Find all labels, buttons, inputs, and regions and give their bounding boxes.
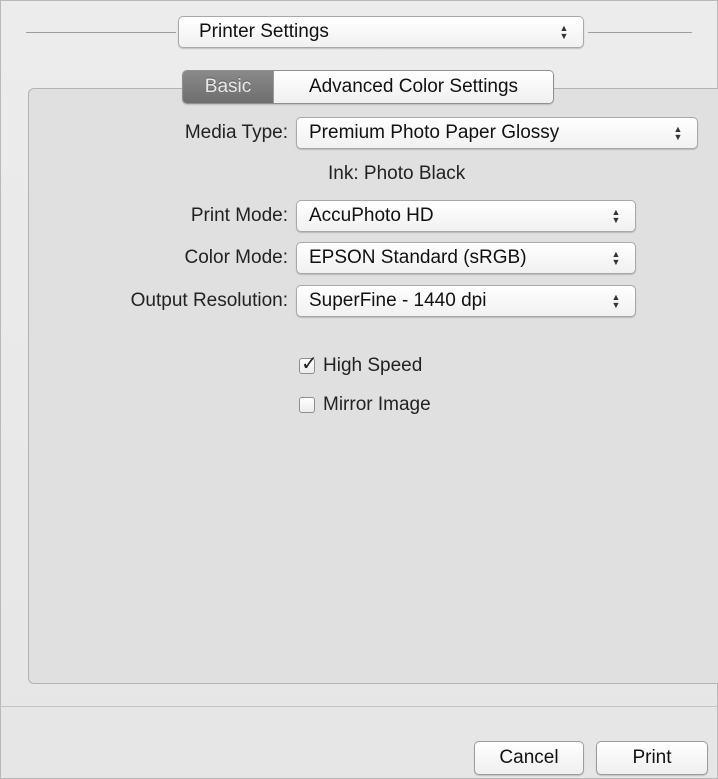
updown-arrows-icon: ▲ ▼ [559,23,569,41]
color-mode-label: Color Mode: [184,247,289,268]
section-popup[interactable]: Printer Settings ▲ ▼ [178,16,584,48]
updown-arrows-icon: ▲ ▼ [611,207,621,225]
media-type-value: Premium Photo Paper Glossy [309,122,560,143]
print-mode-value: AccuPhoto HD [309,205,434,226]
print-button[interactable]: Print [596,741,708,775]
media-type-label: Media Type: [184,122,288,143]
updown-arrows-icon: ▲ ▼ [611,249,621,267]
print-mode-label: Print Mode: [190,205,288,226]
checkmark-icon: ✓ [301,351,318,375]
media-type-select[interactable]: Premium Photo Paper Glossy ▲ ▼ [296,117,698,149]
ink-info: Ink: Photo Black [328,163,466,184]
high-speed-row[interactable]: ✓ High Speed [299,351,423,377]
print-mode-select[interactable]: AccuPhoto HD ▲ ▼ [296,200,636,232]
updown-arrows-icon: ▲ ▼ [611,292,621,310]
mirror-image-row[interactable]: Mirror Image [299,394,431,416]
output-resolution-value: SuperFine - 1440 dpi [309,290,487,311]
color-mode-select[interactable]: EPSON Standard (sRGB) ▲ ▼ [296,242,636,274]
updown-arrows-icon: ▲ ▼ [673,124,683,142]
high-speed-checkbox[interactable]: ✓ [299,351,318,375]
tab-advanced-color-settings[interactable]: Advanced Color Settings [273,71,553,103]
header-rule-right [588,32,692,33]
color-mode-value: EPSON Standard (sRGB) [309,247,527,268]
mirror-image-checkbox[interactable] [299,397,315,413]
footer-divider [0,706,718,707]
cancel-button[interactable]: Cancel [474,741,584,775]
high-speed-label: High Speed [323,355,423,376]
mirror-image-label: Mirror Image [323,394,431,415]
output-resolution-select[interactable]: SuperFine - 1440 dpi ▲ ▼ [296,285,636,317]
tab-basic[interactable]: Basic [183,71,273,103]
tab-rule-right [566,88,718,89]
output-resolution-label: Output Resolution: [130,290,288,311]
section-popup-value: Printer Settings [199,21,329,42]
header-rule-left [26,32,176,33]
tab-bar: Basic Advanced Color Settings [182,70,554,104]
